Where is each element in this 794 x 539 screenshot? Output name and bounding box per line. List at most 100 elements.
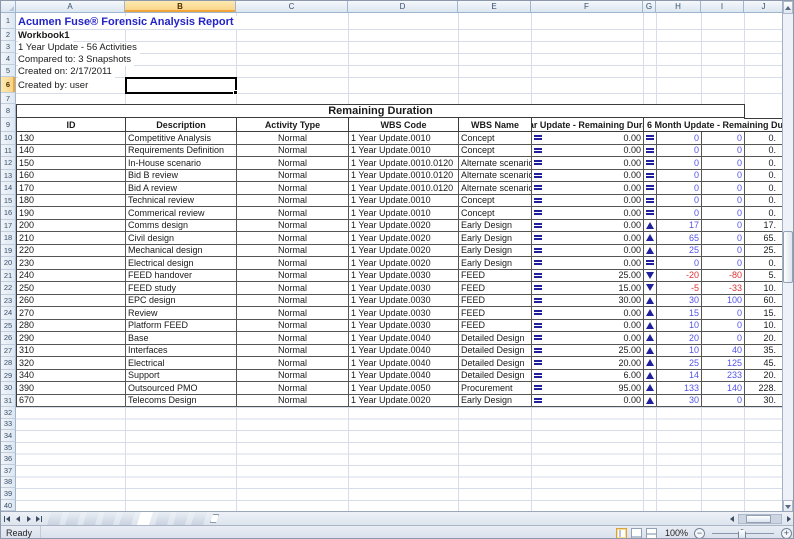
- cell-id[interactable]: 310: [17, 345, 126, 358]
- cell-description[interactable]: Technical review: [126, 195, 237, 208]
- cell-year-update[interactable]: 25.00: [532, 345, 644, 358]
- cell-activity-type[interactable]: Normal: [237, 370, 349, 383]
- row-header-24[interactable]: 24: [1, 307, 16, 320]
- zoom-in-button[interactable]: +: [781, 528, 792, 539]
- cell-activity-type[interactable]: Normal: [237, 182, 349, 195]
- header-activity-type[interactable]: Activity Type: [237, 118, 349, 132]
- cell-wbs-name[interactable]: Alternate scenario: [459, 182, 532, 195]
- vertical-scroll-thumb[interactable]: [783, 231, 793, 283]
- cell-six-month-value[interactable]: 20.: [745, 370, 785, 383]
- zoom-out-button[interactable]: −: [694, 528, 705, 539]
- cell-wbs-name[interactable]: FEED: [459, 282, 532, 295]
- cell-percent[interactable]: 0: [702, 132, 745, 145]
- cell-id[interactable]: 280: [17, 320, 126, 333]
- cell-trend[interactable]: [644, 332, 657, 345]
- cell-percent[interactable]: 0: [702, 170, 745, 183]
- row-header-10[interactable]: 10: [1, 132, 16, 145]
- cell-trend[interactable]: [644, 132, 657, 145]
- row-header-27[interactable]: 27: [1, 345, 16, 358]
- cell-trend[interactable]: [644, 357, 657, 370]
- cell-six-month-value[interactable]: 20.: [745, 332, 785, 345]
- sheet-tab[interactable]: [47, 512, 63, 525]
- cell-year-update[interactable]: 0.00: [532, 232, 644, 245]
- row-header-26[interactable]: 26: [1, 332, 16, 345]
- cell-wbs-code[interactable]: 1 Year Update.0010: [349, 145, 459, 158]
- cell-id[interactable]: 270: [17, 307, 126, 320]
- cell-wbs-code[interactable]: 1 Year Update.0010: [349, 195, 459, 208]
- cell-trend[interactable]: [644, 145, 657, 158]
- sheet-tab[interactable]: [65, 512, 81, 525]
- cell-year-update[interactable]: 0.00: [532, 132, 644, 145]
- cell-wbs-name[interactable]: Concept: [459, 132, 532, 145]
- row-header-36[interactable]: 36: [1, 453, 16, 465]
- cell-percent[interactable]: 0: [702, 182, 745, 195]
- cell-activity-type[interactable]: Normal: [237, 307, 349, 320]
- row-header-19[interactable]: 19: [1, 245, 16, 258]
- cell-wbs-name[interactable]: Concept: [459, 195, 532, 208]
- cell-id[interactable]: 220: [17, 245, 126, 258]
- cell-wbs-code[interactable]: 1 Year Update.0010: [349, 132, 459, 145]
- header-wbs-name[interactable]: WBS Name: [459, 118, 532, 132]
- cell-percent[interactable]: -33: [702, 282, 745, 295]
- cell-wbs-code[interactable]: 1 Year Update.0030: [349, 307, 459, 320]
- cell-six-month-value[interactable]: 35.: [745, 345, 785, 358]
- cell-percent[interactable]: 140: [702, 382, 745, 395]
- cell-activity-type[interactable]: Normal: [237, 145, 349, 158]
- cell-year-update[interactable]: 0.00: [532, 257, 644, 270]
- row-header-40[interactable]: 40: [1, 500, 16, 511]
- cell-wbs-name[interactable]: Alternate scenario: [459, 157, 532, 170]
- cell-delta[interactable]: 0: [657, 182, 702, 195]
- cell-percent[interactable]: 0: [702, 207, 745, 220]
- cell-id[interactable]: 210: [17, 232, 126, 245]
- cell-wbs-code[interactable]: 1 Year Update.0020: [349, 220, 459, 233]
- column-header-e[interactable]: E: [458, 1, 531, 13]
- cell-description[interactable]: Electrical design: [126, 257, 237, 270]
- cell-activity-type[interactable]: Normal: [237, 232, 349, 245]
- row-header-30[interactable]: 30: [1, 382, 16, 395]
- cell-id[interactable]: 290: [17, 332, 126, 345]
- cell-percent[interactable]: 100: [702, 295, 745, 308]
- cell-year-update[interactable]: 0.00: [532, 332, 644, 345]
- cell-delta[interactable]: -5: [657, 282, 702, 295]
- horizontal-scroll-thumb[interactable]: [746, 515, 771, 523]
- cell-description[interactable]: Platform FEED: [126, 320, 237, 333]
- column-header-i[interactable]: I: [701, 1, 744, 13]
- row-header-1[interactable]: 1: [1, 13, 16, 29]
- cell-description[interactable]: EPC design: [126, 295, 237, 308]
- cell-six-month-value[interactable]: 25.: [745, 245, 785, 258]
- cell-percent[interactable]: 0: [702, 232, 745, 245]
- cell-delta[interactable]: 0: [657, 257, 702, 270]
- cell-description[interactable]: Mechanical design: [126, 245, 237, 258]
- row-header-20[interactable]: 20: [1, 257, 16, 270]
- cell-activity-type[interactable]: Normal: [237, 207, 349, 220]
- header-year-update[interactable]: 1 Year Update - Remaining Duration: [532, 118, 644, 132]
- cell-trend[interactable]: [644, 170, 657, 183]
- zoom-slider[interactable]: [712, 533, 774, 534]
- header-id[interactable]: ID: [17, 118, 126, 132]
- cell-year-update[interactable]: 0.00: [532, 320, 644, 333]
- cell-six-month-value[interactable]: 65.: [745, 232, 785, 245]
- select-all-corner[interactable]: [1, 1, 16, 13]
- cell-percent[interactable]: 0: [702, 220, 745, 233]
- cell-six-month-value[interactable]: 30.: [745, 395, 785, 408]
- zoom-level[interactable]: 100%: [665, 528, 688, 538]
- row-header-39[interactable]: 39: [1, 488, 16, 500]
- cell-wbs-name[interactable]: Early Design: [459, 220, 532, 233]
- cell-delta[interactable]: 17: [657, 220, 702, 233]
- cell-description[interactable]: Comms design: [126, 220, 237, 233]
- column-header-j[interactable]: J: [744, 1, 784, 13]
- cell-six-month-value[interactable]: 228.: [745, 382, 785, 395]
- cell-activity-type[interactable]: Normal: [237, 220, 349, 233]
- cell-id[interactable]: 130: [17, 132, 126, 145]
- cell-activity-type[interactable]: Normal: [237, 270, 349, 283]
- cell-id[interactable]: 340: [17, 370, 126, 383]
- row-header-4[interactable]: 4: [1, 53, 16, 65]
- cell-trend[interactable]: [644, 270, 657, 283]
- cell-activity-type[interactable]: Normal: [237, 245, 349, 258]
- cell-delta[interactable]: -20: [657, 270, 702, 283]
- cell-trend[interactable]: [644, 182, 657, 195]
- row-header-25[interactable]: 25: [1, 320, 16, 333]
- cell-six-month-value[interactable]: 17.: [745, 220, 785, 233]
- cell-delta[interactable]: 20: [657, 332, 702, 345]
- row-header-32[interactable]: 32: [1, 407, 16, 419]
